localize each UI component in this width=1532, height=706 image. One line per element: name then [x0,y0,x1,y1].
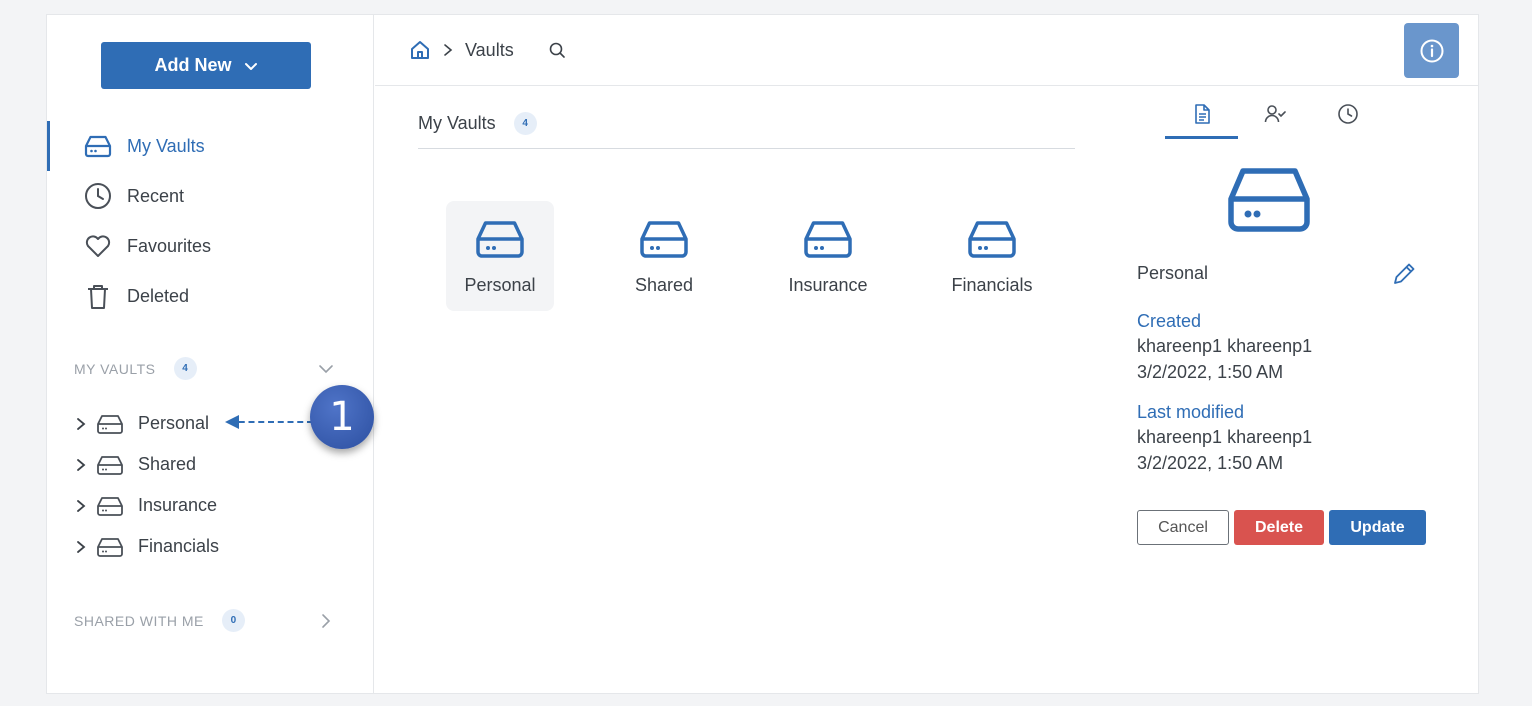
vault-tile-label: Shared [634,275,694,295]
sidebar-item-deleted[interactable]: Deleted [47,271,373,321]
tab-permissions[interactable] [1238,103,1311,139]
sidebar-nav: My Vaults Recent Favourites Deleted [47,121,373,321]
app-window: Add New My Vaults Recent Favourites Dele… [46,14,1479,694]
tree-item-insurance[interactable]: Insurance [74,485,354,526]
chevron-right-icon[interactable] [74,417,88,431]
section-header: My Vaults 4 [418,112,1075,149]
main-content: My Vaults 4 Personal Shared Insurance Fi… [375,87,1095,687]
chevron-down-icon[interactable] [318,361,334,377]
heart-icon [83,231,113,261]
chevron-right-icon [444,44,453,56]
sidebar-item-label: Recent [127,185,185,206]
page-title: My Vaults [418,113,496,133]
modified-at: 3/2/2022, 1:50 AM [1137,453,1284,473]
created-label: Created [1137,311,1202,331]
vault-tile-insurance[interactable]: Insurance [774,201,882,311]
vault-tile-label: Personal [464,275,536,295]
created-at: 3/2/2022, 1:50 AM [1137,362,1284,382]
sidebar-item-label: Deleted [127,285,190,306]
top-bar: Vaults [375,15,1478,86]
section-title: SHARED WITH ME [74,612,204,629]
step-callout-badge: 1 [310,385,374,449]
my-vaults-section-header[interactable]: MY VAULTS 4 [74,357,334,380]
vault-name: Personal [1137,263,1209,283]
tree-item-label: Insurance [138,495,218,515]
tree-item-label: Financials [138,536,220,556]
created-by: khareenp1 khareenp1 [1137,336,1313,356]
tree-item-label: Shared [138,454,197,474]
callout-pointer-line [229,421,313,423]
delete-button[interactable]: Delete [1234,510,1324,545]
drive-icon [1228,168,1310,232]
sidebar-item-label: My Vaults [127,135,205,156]
count-badge: 4 [513,112,537,135]
add-new-label: Add New [154,55,232,75]
tree-item-label: Personal [138,413,210,433]
count-badge: 0 [221,609,245,632]
search-icon[interactable] [548,41,566,59]
clock-icon [1337,104,1358,124]
tree-item-financials[interactable]: Financials [74,526,354,567]
user-check-icon [1264,105,1286,123]
update-button[interactable]: Update [1329,510,1426,545]
sidebar-item-favourites[interactable]: Favourites [47,221,373,271]
sidebar-item-recent[interactable]: Recent [47,171,373,221]
chevron-right-icon[interactable] [74,499,88,513]
sidebar-item-label: Favourites [127,235,212,256]
chevron-right-icon[interactable] [318,613,334,629]
pencil-icon[interactable] [1391,261,1417,287]
section-title: MY VAULTS [74,360,156,377]
drive-icon [804,221,852,258]
add-new-button[interactable]: Add New [101,42,311,89]
info-button[interactable] [1404,23,1459,78]
chevron-right-icon[interactable] [74,458,88,472]
breadcrumb: Vaults [409,39,566,61]
tab-details[interactable] [1165,103,1238,139]
clock-icon [83,181,113,211]
modified-by: khareenp1 khareenp1 [1137,427,1313,447]
vault-grid: Personal Shared Insurance Financials [446,201,1046,311]
chevron-down-icon [244,62,257,70]
tab-history[interactable] [1311,103,1384,139]
drive-icon [97,455,123,475]
chevron-right-icon[interactable] [74,540,88,554]
drive-icon [97,537,123,557]
drive-icon [97,496,123,516]
vault-tile-financials[interactable]: Financials [938,201,1046,311]
vault-tile-shared[interactable]: Shared [610,201,718,311]
shared-with-me-section-header[interactable]: SHARED WITH ME 0 [74,609,334,632]
drive-icon [640,221,688,258]
details-panel: Personal Created khareenp1 khareenp1 3/2… [1137,87,1437,687]
vault-tile-personal[interactable]: Personal [446,201,554,311]
breadcrumb-current[interactable]: Vaults [465,40,514,61]
count-badge: 4 [173,357,197,380]
info-icon [1420,39,1443,62]
home-icon[interactable] [409,39,431,61]
drive-icon [97,414,123,434]
drive-icon [83,131,113,161]
drive-icon [476,221,524,258]
modified-label: Last modified [1137,402,1245,422]
vault-tile-label: Financials [951,275,1033,295]
trash-icon [83,281,113,311]
callout-arrowhead [225,415,239,429]
sidebar-item-my-vaults[interactable]: My Vaults [47,121,373,171]
sidebar: Add New My Vaults Recent Favourites Dele… [47,15,374,693]
vault-tile-label: Insurance [788,275,868,295]
details-tabs [1165,103,1384,139]
document-icon [1194,104,1210,124]
cancel-button[interactable]: Cancel [1137,510,1229,545]
tree-item-shared[interactable]: Shared [74,444,354,485]
drive-icon [968,221,1016,258]
details-actions: Cancel Delete Update [1137,510,1426,545]
